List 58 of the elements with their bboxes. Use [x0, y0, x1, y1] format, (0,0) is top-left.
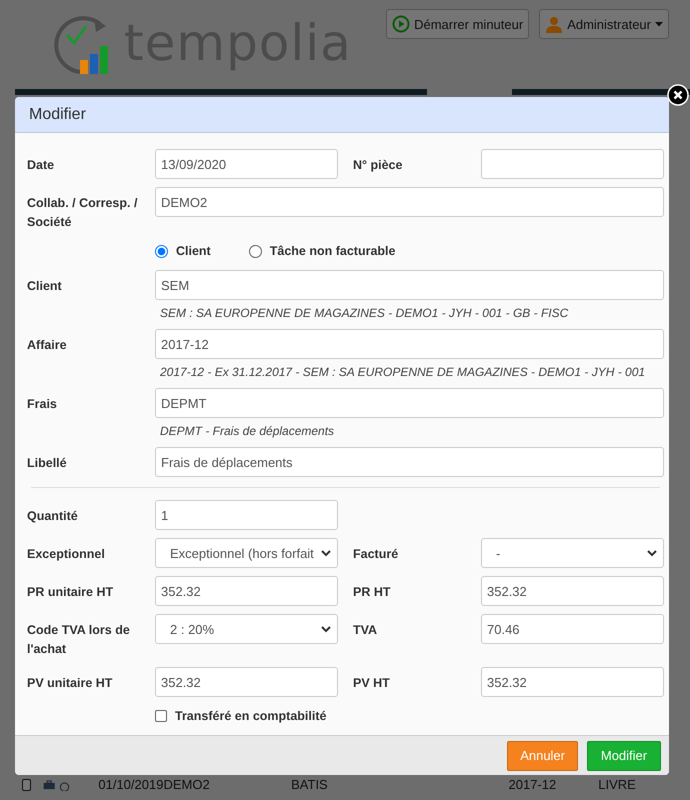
table-cell-text: LIVRE: [598, 777, 637, 792]
field-hint: SEM : SA EUROPENNE DE MAGAZINES - DEMO1 - JYH - 001 - GB - FISC: [160, 305, 570, 321]
input-field[interactable]: 352.32: [155, 576, 338, 606]
input-field[interactable]: DEMO2: [155, 187, 664, 217]
radio-button[interactable]: [248, 244, 262, 258]
field-label: PR HT: [353, 584, 392, 601]
field-label: Libellé: [27, 455, 68, 472]
input-field[interactable]: 352.32: [155, 667, 338, 697]
input-field[interactable]: 70.46: [481, 614, 664, 644]
field-label: Exceptionnel: [27, 546, 106, 563]
table-cell-text: DEMO2: [163, 777, 211, 792]
table-cell: 01/10/2019: [98, 777, 164, 792]
field-label: Affaire: [27, 337, 68, 354]
radio-button[interactable]: [155, 244, 168, 258]
close-icon[interactable]: [667, 84, 689, 106]
input-field[interactable]: [481, 149, 664, 179]
briefcase-icon: [42, 778, 56, 790]
row-checkbox[interactable]: [22, 778, 31, 790]
user-menu-button[interactable]: Administrateur: [539, 9, 669, 39]
input-field[interactable]: 352.32: [481, 667, 664, 697]
chevron-down-icon: [321, 550, 331, 556]
chevron-down-icon: [321, 626, 331, 632]
field-label: N° pièce: [353, 157, 404, 174]
input-field[interactable]: 13/09/2020: [155, 149, 338, 179]
field-label: PR unitaire HT: [27, 584, 114, 601]
input-field[interactable]: 352.32: [481, 576, 664, 606]
field-label: Client: [27, 278, 63, 295]
radio-label: Tâche non facturable: [270, 244, 396, 258]
start-timer-button[interactable]: Démarrer minuteur: [386, 9, 530, 39]
field-label: PV HT: [353, 675, 391, 692]
field-label: Quantité: [27, 508, 79, 525]
field-label: Collab. / Corresp. / Société: [27, 195, 138, 231]
field-hint: 2017-12 - Ex 31.12.2017 - SEM : SA EUROPENNE DE MAGAZINES - DEMO1 - JYH - 001: [160, 364, 646, 380]
select-field[interactable]: -: [481, 538, 664, 568]
input-field[interactable]: DEPMT: [155, 388, 664, 418]
checkbox[interactable]: [155, 710, 167, 722]
field-hint: DEPMT - Frais de déplacements: [160, 423, 336, 439]
checkbox-label: Transféré en comptabilité: [175, 709, 326, 723]
field-label: Code TVA lors de l'achat: [27, 622, 131, 658]
field-label: Date: [27, 157, 56, 174]
play-icon: [392, 15, 410, 33]
select-field[interactable]: Exceptionnel (hors forfait: [155, 538, 338, 568]
input-field[interactable]: SEM: [155, 270, 664, 300]
input-field[interactable]: 2017-12: [155, 329, 664, 359]
field-label: PV unitaire HT: [27, 675, 114, 692]
input-field[interactable]: Frais de déplacements: [155, 447, 664, 477]
radio-label: Client: [176, 244, 211, 258]
field-label: Facturé: [353, 546, 400, 563]
select-field[interactable]: 2 : 20%: [155, 614, 338, 644]
field-label: Frais: [27, 396, 58, 413]
dialog-title: Modifier: [29, 106, 86, 124]
field-label: TVA: [353, 622, 378, 639]
chevron-down-icon: [647, 550, 657, 556]
input-field[interactable]: 1: [155, 500, 338, 530]
table-cell-text: BATIS: [291, 777, 329, 792]
user-icon: [545, 15, 564, 33]
caret-icon: [655, 22, 663, 26]
table-cell-text: 2017-12: [508, 777, 558, 792]
